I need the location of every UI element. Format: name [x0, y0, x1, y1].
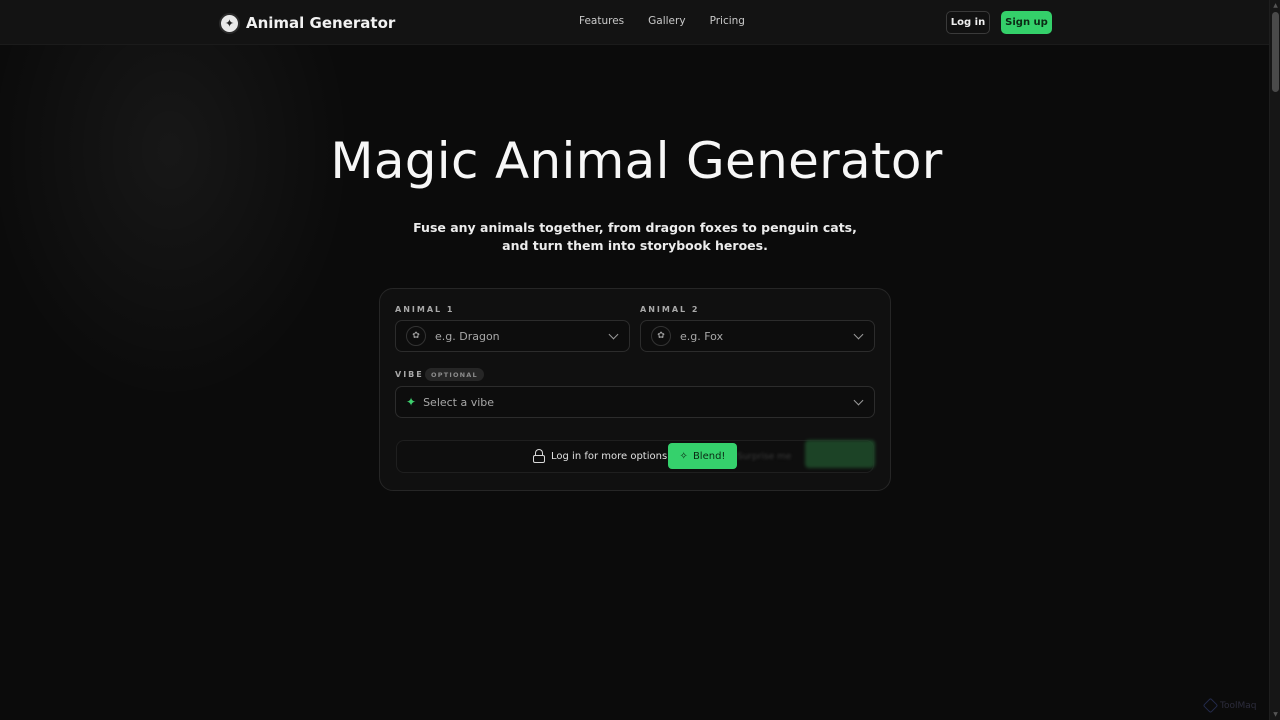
watermark-text: ToolMaq: [1220, 700, 1257, 711]
chevron-down-icon: [608, 329, 619, 340]
nav-link-pricing[interactable]: Pricing: [710, 15, 745, 27]
page-title: Magic Animal Generator: [330, 132, 943, 190]
login-button[interactable]: Log in: [946, 11, 990, 34]
scrollbar[interactable]: ▲ ▼: [1269, 0, 1280, 720]
surprise-me-button[interactable]: Surprise me: [737, 447, 805, 467]
login-more-options[interactable]: Log in for more options: [533, 449, 667, 463]
scroll-down-arrow-icon[interactable]: ▼: [1272, 711, 1279, 718]
watermark: ToolMaq: [1202, 697, 1257, 714]
vibe-select[interactable]: ✦ Select a vibe: [395, 386, 875, 418]
chevron-down-icon: [853, 329, 864, 340]
animal2-select[interactable]: ✿ e.g. Fox: [640, 320, 875, 352]
optional-badge: OPTIONAL: [425, 368, 484, 381]
animal1-label: ANIMAL 1: [395, 305, 455, 314]
scroll-up-arrow-icon[interactable]: ▲: [1272, 2, 1279, 9]
logo[interactable]: ✦ Animal Generator: [219, 12, 395, 34]
animal1-select[interactable]: ✿ e.g. Dragon: [395, 320, 630, 352]
lock-icon: [533, 449, 545, 463]
animal2-label: ANIMAL 2: [640, 305, 700, 314]
vibe-label: VIBE: [395, 370, 424, 379]
paw-icon: ✿: [651, 326, 671, 346]
chevron-down-icon: [853, 395, 864, 406]
sparkle-icon: ✦: [406, 395, 417, 409]
vibe-placeholder: Select a vibe: [423, 395, 495, 409]
sparkle-icon: ✧: [679, 450, 688, 462]
paw-icon: ✿: [406, 326, 426, 346]
login-more-options-text: Log in for more options: [551, 450, 668, 462]
ghost-blend-button: [805, 440, 875, 468]
nav-link-features[interactable]: Features: [579, 15, 624, 27]
animal-logo-icon: ✦: [219, 12, 240, 34]
nav-links: Features Gallery Pricing: [579, 15, 745, 27]
blend-button-label: Blend!: [692, 450, 726, 462]
top-navbar: ✦ Animal Generator Features Gallery Pric…: [0, 0, 1269, 45]
animal1-placeholder: e.g. Dragon: [435, 329, 500, 343]
app-name: Animal Generator: [246, 14, 396, 32]
animal2-placeholder: e.g. Fox: [680, 329, 724, 343]
watermark-icon: [1202, 697, 1219, 714]
blend-button[interactable]: ✧ Blend!: [668, 443, 737, 469]
scroll-thumb[interactable]: [1272, 12, 1279, 92]
page-subtitle: Fuse any animals together, from dragon f…: [413, 220, 857, 253]
nav-link-gallery[interactable]: Gallery: [648, 15, 685, 27]
signup-button[interactable]: Sign up: [1001, 11, 1052, 34]
